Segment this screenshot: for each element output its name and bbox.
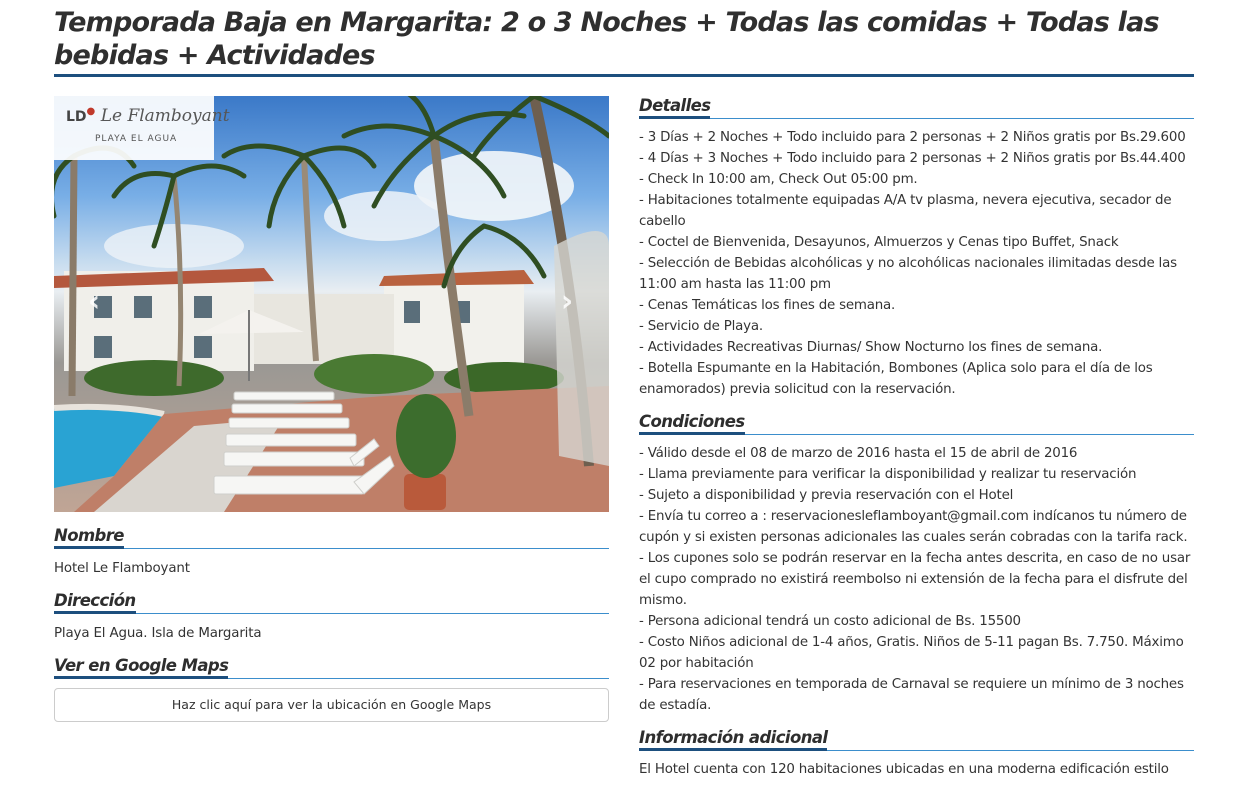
google-maps-button[interactable]: Haz clic aquí para ver la ubicación en G… bbox=[54, 688, 609, 722]
condiciones-list: - Válido desde el 08 de marzo de 2016 ha… bbox=[639, 443, 1194, 716]
list-item: - Servicio de Playa. bbox=[639, 319, 763, 334]
list-item: - Coctel de Bienvenida, Desayunos, Almue… bbox=[639, 235, 1119, 250]
condiciones-heading-label: Condiciones bbox=[639, 412, 745, 435]
maps-heading: Ver en Google Maps bbox=[54, 656, 609, 679]
list-item: - Selección de Bebidas alcohólicas y no … bbox=[639, 256, 1177, 292]
list-item: - 4 Días + 3 Noches + Todo incluido para… bbox=[639, 151, 1186, 166]
list-item: - Check In 10:00 am, Check Out 05:00 pm. bbox=[639, 172, 918, 187]
hotel-address: Playa El Agua. Isla de Margarita bbox=[54, 626, 262, 641]
detalles-list: - 3 Días + 2 Noches + Todo incluido para… bbox=[639, 127, 1194, 400]
logo-subtitle: PLAYA EL AGUA bbox=[95, 134, 178, 144]
list-item: - Envía tu correo a : reservacioneslefla… bbox=[639, 509, 1188, 545]
carousel-next-button[interactable]: › bbox=[557, 287, 577, 317]
list-item: - 3 Días + 2 Noches + Todo incluido para… bbox=[639, 130, 1186, 145]
hotel-logo: LD● Le Flamboyant PLAYA EL AGUA bbox=[54, 96, 230, 160]
list-item: - Los cupones solo se podrán reservar en… bbox=[639, 551, 1191, 608]
nombre-heading-label: Nombre bbox=[54, 526, 124, 549]
hotel-photo-carousel[interactable]: LD● Le Flamboyant PLAYA EL AGUA ‹ › bbox=[54, 96, 609, 512]
list-item: - Cenas Temáticas los fines de semana. bbox=[639, 298, 896, 313]
list-item: - Sujeto a disponibilidad y previa reser… bbox=[639, 488, 1014, 503]
carousel-prev-button[interactable]: ‹ bbox=[84, 287, 104, 317]
list-item: - Válido desde el 08 de marzo de 2016 ha… bbox=[639, 446, 1078, 461]
list-item: - Llama previamente para verificar la di… bbox=[639, 467, 1137, 482]
maps-heading-label: Ver en Google Maps bbox=[54, 656, 229, 679]
detalles-heading-label: Detalles bbox=[639, 96, 711, 119]
logo-name: Le Flamboyant bbox=[100, 106, 230, 126]
direccion-heading: Dirección bbox=[54, 591, 609, 614]
list-item: - Habitaciones totalmente equipadas A/A … bbox=[639, 193, 1172, 229]
condiciones-heading: Condiciones bbox=[639, 412, 1194, 435]
list-item: - Botella Espumante en la Habitación, Bo… bbox=[639, 361, 1153, 397]
list-item: - Costo Niños adicional de 1-4 años, Gra… bbox=[639, 635, 1184, 671]
page-title: Temporada Baja en Margarita: 2 o 3 Noche… bbox=[54, 0, 1194, 77]
hotel-name: Hotel Le Flamboyant bbox=[54, 561, 190, 576]
detalles-heading: Detalles bbox=[639, 96, 1194, 119]
info-adicional-heading-label: Información adicional bbox=[639, 728, 828, 751]
logo-prefix: LD bbox=[66, 109, 87, 125]
deal-page: Temporada Baja en Margarita: 2 o 3 Noche… bbox=[54, 0, 1194, 777]
chevron-right-icon: › bbox=[560, 284, 574, 319]
nombre-heading: Nombre bbox=[54, 526, 609, 549]
info-adicional-heading: Información adicional bbox=[639, 728, 1194, 751]
chevron-left-icon: ‹ bbox=[87, 284, 101, 319]
left-column: LD● Le Flamboyant PLAYA EL AGUA ‹ › Nomb… bbox=[54, 96, 609, 722]
right-column: Detalles - 3 Días + 2 Noches + Todo incl… bbox=[639, 96, 1194, 780]
list-item: - Actividades Recreativas Diurnas/ Show … bbox=[639, 340, 1103, 355]
logo-dot-icon: ● bbox=[86, 106, 96, 117]
list-item: - Para reservaciones en temporada de Car… bbox=[639, 677, 1184, 713]
direccion-heading-label: Dirección bbox=[54, 591, 136, 614]
info-adicional-text: El Hotel cuenta con 120 habitaciones ubi… bbox=[639, 762, 1169, 777]
list-item: - Persona adicional tendrá un costo adic… bbox=[639, 614, 1021, 629]
